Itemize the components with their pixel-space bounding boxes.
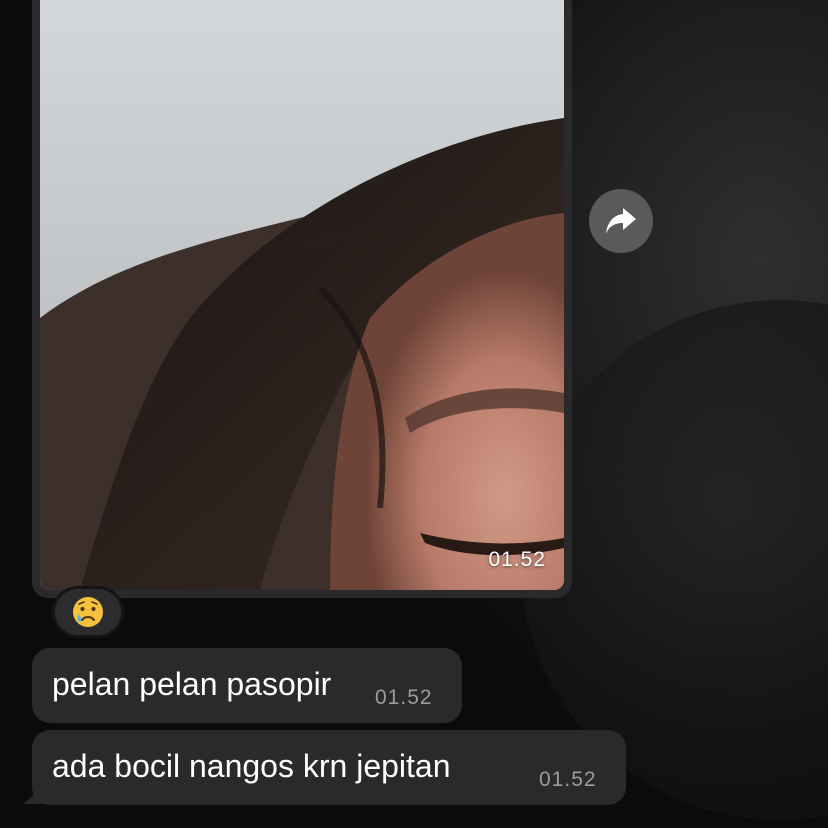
reaction-badge[interactable] [52,586,124,638]
photo-timestamp: 01.52 [488,548,546,571]
forward-arrow-icon [606,208,636,234]
crying-face-icon [73,597,103,627]
message-text: pelan pelan pasopir [52,666,332,702]
message-text: ada bocil nangos krn jepitan [52,748,451,784]
forward-button[interactable] [589,189,653,253]
message-bubble[interactable]: pelan pelan pasopir 01.52 [32,648,462,723]
message-bubble[interactable]: ada bocil nangos krn jepitan 01.52 [32,730,626,805]
photo-message-bubble[interactable]: 01.52 [32,0,572,598]
message-timestamp: 01.52 [539,768,597,791]
photo-content [40,0,564,590]
photo-image[interactable]: 01.52 [40,0,564,590]
message-timestamp: 01.52 [375,686,433,709]
